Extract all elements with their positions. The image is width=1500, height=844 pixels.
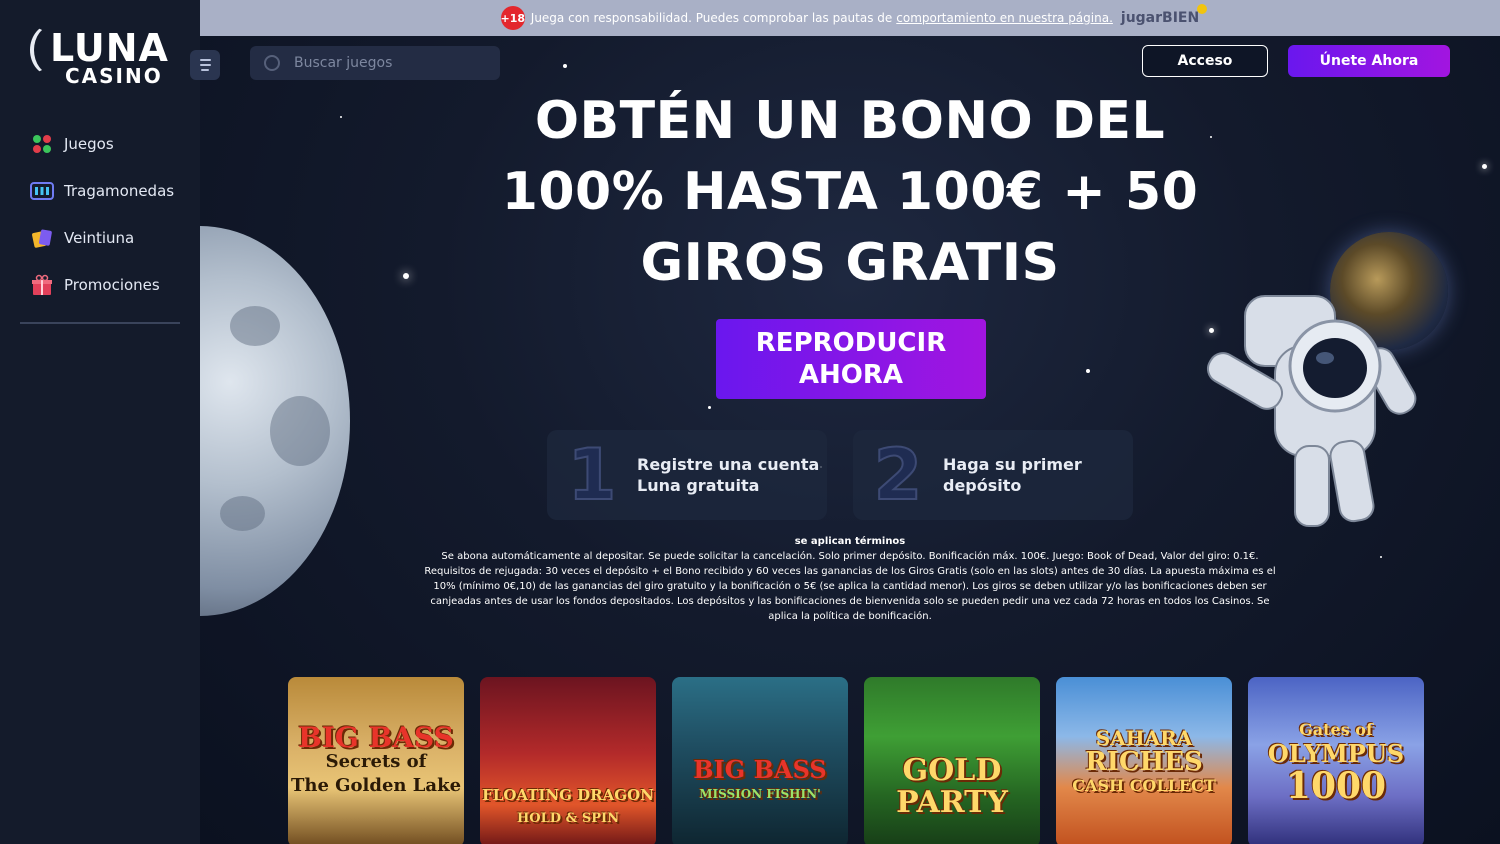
sidebar-item-tragamonedas[interactable]: Tragamonedas	[20, 167, 190, 214]
game-tile-big-bass-mission-fishin[interactable]: BIG BASS MISSION FISHIN'	[672, 677, 848, 844]
step-number: 1	[567, 433, 618, 517]
step-card-1: 1 Registre una cuenta Luna gratuita	[547, 430, 827, 520]
game-title-line-3: CASH COLLECT	[1072, 776, 1216, 795]
jugarbien-logo[interactable]: jugarBIEN	[1120, 4, 1208, 26]
star	[1086, 369, 1090, 373]
games-row: BIG BASS Secrets of The Golden Lake FLOA…	[288, 677, 1424, 844]
gift-icon	[30, 273, 54, 297]
games-icon	[30, 132, 54, 156]
game-title-line-1: FLOATING DRAGON	[482, 786, 654, 804]
game-tile-gates-of-olympus-1000[interactable]: Gates of OLYMPUS 1000	[1248, 677, 1424, 844]
game-title-line-1: BIG BASS	[298, 721, 454, 754]
terms-line: Requisitos de rejugada: 30 veces el depó…	[424, 566, 1276, 577]
jugarbien-dot-icon	[1197, 4, 1208, 14]
game-title-line-1: GOLD	[902, 753, 1002, 788]
search-input[interactable]: Buscar juegos	[250, 46, 500, 80]
headline-line-2: 100% HASTA 100€ + 50	[501, 162, 1199, 222]
game-title-line-3: The Golden Lake	[290, 775, 462, 796]
moon-illustration	[200, 226, 350, 616]
bonus-terms: se aplican términos Se abona automáticam…	[400, 534, 1300, 624]
star	[563, 64, 567, 68]
sidebar-divider	[20, 322, 180, 324]
sidebar-item-label: Veintiuna	[64, 228, 135, 247]
star	[1380, 556, 1382, 558]
hero-headline: OBTÉN UN BONO DEL 100% HASTA 100€ + 50 G…	[500, 86, 1200, 299]
terms-line: 10% (mínimo 0€,10) de las ganancias del …	[433, 581, 1267, 592]
cards-icon	[30, 226, 54, 250]
responsible-link[interactable]: comportamiento en nuestra página.	[896, 11, 1113, 25]
sidebar-item-juegos[interactable]: Juegos	[20, 120, 190, 167]
star	[403, 273, 409, 279]
menu-toggle-button[interactable]	[190, 50, 220, 80]
responsible-gambling-bar: +18 Juega con responsabilidad. Puedes co…	[200, 0, 1500, 36]
play-now-button[interactable]: REPRODUCIR AHORA	[716, 319, 986, 399]
terms-line: Se abona automáticamente al depositar. S…	[441, 551, 1259, 562]
step-text-line-2: depósito	[943, 476, 1022, 495]
cta-line-1: REPRODUCIR	[755, 328, 947, 358]
step-card-2: 2 Haga su primer depósito	[853, 430, 1133, 520]
sidebar-nav: Juegos Tragamonedas Veintiuna Promocione…	[20, 120, 190, 308]
star	[1482, 164, 1487, 169]
terms-title: se aplican términos	[794, 536, 906, 547]
login-button[interactable]: Acceso	[1142, 45, 1268, 77]
game-title-line-2: MISSION FISHIN'	[699, 787, 821, 801]
game-tile-big-bass-golden-lake[interactable]: BIG BASS Secrets of The Golden Lake	[288, 677, 464, 844]
terms-line: aplica la política de bonificación.	[768, 611, 932, 622]
cta-line-2: AHORA	[798, 360, 904, 390]
terms-line: canjeadas antes de usar los fondos depos…	[430, 596, 1270, 607]
astronaut-illustration	[1206, 295, 1417, 527]
jugarbien-text: jugarBIEN	[1120, 10, 1200, 26]
headline-line-1: OBTÉN UN BONO DEL	[534, 91, 1166, 151]
sidebar: LUNA CASINO Juegos Tragamonedas Veintiun…	[0, 0, 200, 844]
step-number: 2	[873, 433, 924, 517]
star	[1210, 136, 1212, 138]
search-icon	[264, 55, 280, 71]
sidebar-item-label: Tragamonedas	[64, 181, 175, 200]
game-title-line-1: BIG BASS	[693, 755, 827, 784]
sidebar-item-promociones[interactable]: Promociones	[20, 261, 190, 308]
game-tile-gold-party[interactable]: GOLD PARTY	[864, 677, 1040, 844]
game-title-line-3: 1000	[1285, 765, 1387, 807]
search-placeholder: Buscar juegos	[294, 55, 393, 71]
sidebar-item-label: Juegos	[64, 134, 114, 153]
hero-section: Buscar juegos Acceso Únete Ahora OBTÉN U…	[200, 36, 1500, 844]
game-title-line-2: HOLD & SPIN	[517, 811, 619, 826]
responsible-message: Juega con responsabilidad. Puedes compro…	[530, 11, 893, 25]
game-tile-floating-dragon[interactable]: FLOATING DRAGON HOLD & SPIN	[480, 677, 656, 844]
star	[708, 406, 711, 409]
luna-casino-logo[interactable]: LUNA CASINO	[30, 20, 170, 90]
sidebar-item-veintiuna[interactable]: Veintiuna	[20, 214, 190, 261]
game-title-line-2: OLYMPUS	[1267, 739, 1405, 768]
step-text-line-1: Haga su primer	[943, 455, 1082, 474]
game-tile-sahara-riches[interactable]: SAHARA RICHES CASH COLLECT	[1056, 677, 1232, 844]
game-title-line-2: RICHES	[1085, 747, 1203, 777]
game-title-line-2: PARTY	[896, 785, 1008, 820]
step-text-line-2: Luna gratuita	[637, 476, 760, 495]
age-18-badge: +18	[501, 6, 525, 30]
logo-subtext: CASINO	[65, 64, 163, 88]
step-text-line-1: Registre una cuenta	[637, 455, 820, 474]
star	[340, 116, 342, 118]
slots-icon	[30, 179, 54, 203]
join-button[interactable]: Únete Ahora	[1288, 45, 1450, 77]
headline-line-3: GIROS GRATIS	[640, 233, 1060, 293]
sidebar-item-label: Promociones	[64, 275, 160, 294]
